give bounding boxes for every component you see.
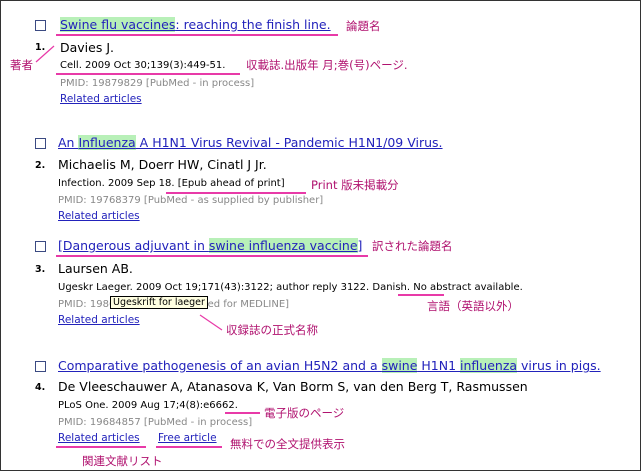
annotation-translated-title: 訳された論題名 [372, 239, 453, 253]
annotation-title: 論題名 [346, 19, 381, 33]
annotation-print: Print 版未掲載分 [311, 178, 399, 192]
annotation-language: 言語（英語以外） [427, 299, 519, 313]
annotation-official-name: 収録誌の正式名称 [226, 323, 318, 337]
annotation-journal: 収載誌.出版年 月;巻(号)ページ. [246, 58, 408, 72]
annotation-author: 著者 [10, 58, 33, 72]
annotation-electronic: 電子版のページ [264, 406, 345, 420]
annotation-free-text: 無料での全文提供表示 [230, 437, 345, 451]
annotation-related: 関連文献リスト [82, 454, 163, 468]
